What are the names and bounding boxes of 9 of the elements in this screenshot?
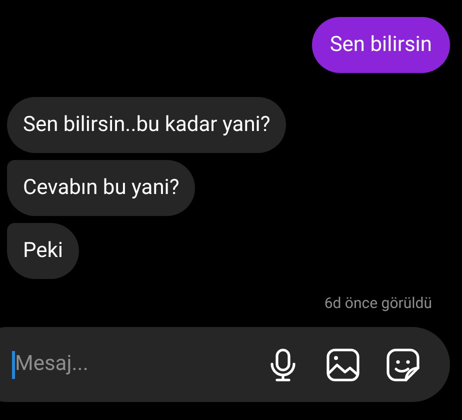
message-bubble: Cevabın bu yani? (7, 160, 196, 216)
image-icon[interactable] (326, 348, 360, 382)
microphone-icon[interactable] (270, 348, 296, 382)
message-bubble: Peki (7, 223, 80, 279)
seen-status: 6d önce görüldü (324, 293, 432, 313)
message-bubble: Sen bilirsin..bu kadar yani? (7, 97, 286, 153)
sticker-icon[interactable] (386, 348, 420, 382)
message-bubble: Sen bilirsin (312, 17, 450, 73)
message-input[interactable]: Mesaj... (15, 348, 262, 380)
